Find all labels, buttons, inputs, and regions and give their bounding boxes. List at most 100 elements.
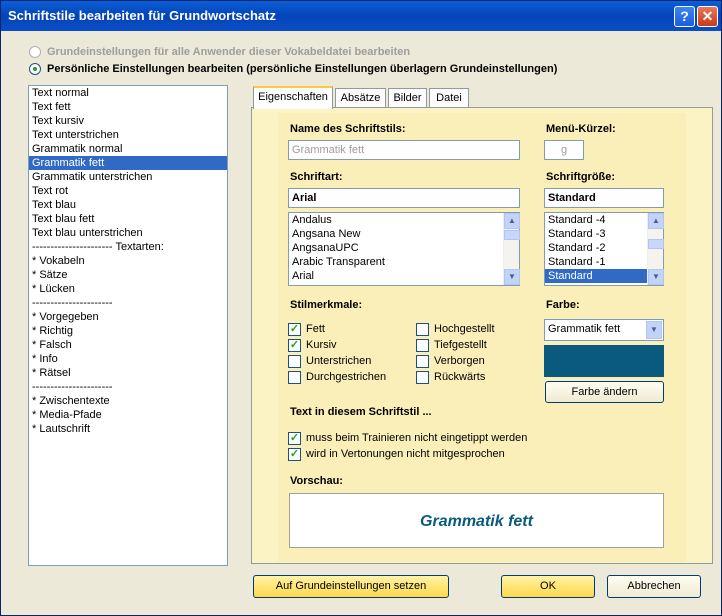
checkbox-label: muss beim Trainieren nicht eingetippt we… (306, 432, 528, 444)
ok-button[interactable]: OK (501, 575, 595, 598)
scroll-up-icon[interactable]: ▲ (648, 213, 664, 229)
name-label: Name des Schriftstils: (290, 123, 406, 135)
checkmark-icon[interactable]: ✓ (288, 431, 301, 445)
change-color-button[interactable]: Farbe ändern (545, 381, 664, 403)
checkbox-styles-left[interactable]: ✓ Kursiv (288, 338, 337, 352)
font-scrollbar[interactable]: ▲ ▼ (503, 213, 520, 285)
checkbox-styles-right[interactable]: Rückwärts (416, 370, 485, 384)
list-option[interactable]: Arabic Transparent (289, 255, 503, 269)
scroll-down-icon[interactable]: ▼ (504, 269, 520, 285)
style-list-item[interactable]: Grammatik fett (29, 156, 227, 170)
checkbox-box[interactable] (416, 370, 429, 384)
checkbox-styles-right[interactable]: Hochgestellt (416, 322, 495, 336)
size-field[interactable]: Standard (544, 188, 664, 208)
size-listbox[interactable]: Standard -4 Standard -3 Standard -2 Standar… (544, 212, 664, 286)
checkbox-label: wird in Vertonungen nicht mitgesprochen (306, 448, 505, 460)
reset-defaults-button[interactable]: Auf Grundeinstellungen setzen (253, 575, 449, 598)
scroll-down-icon[interactable]: ▼ (648, 269, 664, 285)
style-list-item[interactable]: * Sätze (29, 268, 227, 282)
style-list-item[interactable]: Text blau (29, 198, 227, 212)
radio-personal-label: Persönliche Einstellungen bearbeiten (pe… (47, 63, 558, 75)
radio-shared-settings[interactable]: Grundeinstellungen für alle Anwender die… (29, 45, 410, 59)
tab-bilder[interactable]: Bilder (388, 88, 427, 108)
checkbox-box[interactable] (416, 322, 429, 336)
radio-circle-personal[interactable] (29, 63, 41, 75)
list-option[interactable]: Standard (545, 269, 647, 283)
checkbox-text-options[interactable]: ✓ muss beim Trainieren nicht eingetippt w… (288, 431, 527, 445)
radio-personal-settings[interactable]: Persönliche Einstellungen bearbeiten (pe… (29, 62, 557, 76)
tab-absaetze[interactable]: Absätze (335, 88, 386, 108)
style-list-item[interactable]: * Falsch (29, 338, 227, 352)
title-bar[interactable]: Schriftstile bearbeiten für Grundwortsch… (1, 1, 721, 31)
list-option[interactable]: Standard -3 (545, 227, 647, 241)
checkbox-styles-right[interactable]: Tiefgestellt (416, 338, 487, 352)
text-style-label: Text in diesem Schriftstil ... (290, 406, 432, 418)
style-list-item[interactable]: * Zwischentexte (29, 394, 227, 408)
font-field[interactable]: Arial (288, 188, 520, 208)
style-list-item[interactable]: Text blau unterstrichen (29, 226, 227, 240)
font-listbox[interactable]: Andalus Angsana New AngsanaUPC Arabic Trans… (288, 212, 520, 286)
checkbox-box[interactable] (288, 354, 301, 368)
style-list-item[interactable]: Text rot (29, 184, 227, 198)
style-list-item[interactable]: Grammatik unterstrichen (29, 170, 227, 184)
style-list-item[interactable]: Grammatik normal (29, 142, 227, 156)
style-list-item[interactable]: * Richtig (29, 324, 227, 338)
list-option[interactable]: AngsanaUPC (289, 241, 503, 255)
cancel-button[interactable]: Abbrechen (607, 575, 701, 598)
radio-circle-shared[interactable] (29, 46, 41, 58)
style-listbox[interactable]: Text normal Text fett Text kursiv Text unte… (28, 85, 228, 566)
window-title: Schriftstile bearbeiten für Grundwortsch… (8, 8, 276, 23)
color-label: Farbe: (546, 299, 580, 311)
preview-box: Grammatik fett (289, 493, 664, 548)
style-list-item[interactable]: Text fett (29, 100, 227, 114)
scroll-thumb[interactable] (504, 230, 520, 240)
list-option[interactable]: Standard -1 (545, 255, 647, 269)
name-field[interactable]: Grammatik fett (288, 140, 520, 160)
dialog-window: Schriftstile bearbeiten für Grundwortsch… (0, 0, 722, 616)
style-list-item[interactable]: * Media-Pfade (29, 408, 227, 422)
tab-eigenschaften[interactable]: Eigenschaften (253, 86, 333, 109)
checkbox-text-options[interactable]: ✓ wird in Vertonungen nicht mitgesprochen (288, 447, 505, 461)
scroll-thumb[interactable] (648, 239, 664, 249)
list-option[interactable]: Angsana New (289, 227, 503, 241)
list-option[interactable]: Standard -4 (545, 213, 647, 227)
stilmerkmale-label: Stilmerkmale: (290, 299, 363, 311)
tab-datei[interactable]: Datei (429, 88, 469, 108)
style-list-item[interactable]: * Rätsel (29, 366, 227, 380)
style-list-item[interactable]: ---------------------- (29, 296, 227, 310)
checkbox-styles-left[interactable]: Durchgestrichen (288, 370, 386, 384)
style-list-item[interactable]: * Lautschrift (29, 422, 227, 436)
style-list-item[interactable]: Text kursiv (29, 114, 227, 128)
chevron-down-icon[interactable]: ▼ (646, 321, 662, 339)
checkbox-box[interactable] (416, 354, 429, 368)
checkbox-label: Hochgestellt (434, 323, 495, 335)
list-option[interactable]: Arial (289, 269, 503, 283)
style-list-item[interactable]: * Lücken (29, 282, 227, 296)
style-list-item[interactable]: * Info (29, 352, 227, 366)
checkbox-styles-left[interactable]: Unterstrichen (288, 354, 371, 368)
style-list-item[interactable]: ---------------------- (29, 380, 227, 394)
checkbox-styles-left[interactable]: ✓ Fett (288, 322, 325, 336)
style-list-item[interactable]: Text normal (29, 86, 227, 100)
style-list-item[interactable]: * Vorgegeben (29, 310, 227, 324)
size-scrollbar[interactable]: ▲ ▼ (647, 213, 664, 285)
style-list-item[interactable]: Text blau fett (29, 212, 227, 226)
checkmark-icon[interactable]: ✓ (288, 338, 301, 352)
checkmark-icon[interactable]: ✓ (288, 322, 301, 336)
checkbox-label: Rückwärts (434, 371, 486, 383)
shortcut-field[interactable]: g (544, 140, 584, 160)
close-button[interactable]: ✕ (697, 6, 718, 27)
style-list-item[interactable]: * Vokabeln (29, 254, 227, 268)
help-button[interactable]: ? (674, 6, 695, 27)
checkbox-box[interactable] (416, 338, 429, 352)
checkbox-box[interactable] (288, 370, 301, 384)
color-combobox[interactable]: Grammatik fett ▼ (544, 319, 664, 341)
scroll-up-icon[interactable]: ▲ (504, 213, 520, 229)
style-list-item[interactable]: Text unterstrichen (29, 128, 227, 142)
color-combo-value: Grammatik fett (548, 323, 621, 335)
checkbox-styles-right[interactable]: Verborgen (416, 354, 485, 368)
list-option[interactable]: Standard -2 (545, 241, 647, 255)
list-option[interactable]: Andalus (289, 213, 503, 227)
style-list-item[interactable]: ---------------------- Textarten: (29, 240, 227, 254)
checkmark-icon[interactable]: ✓ (288, 447, 301, 461)
